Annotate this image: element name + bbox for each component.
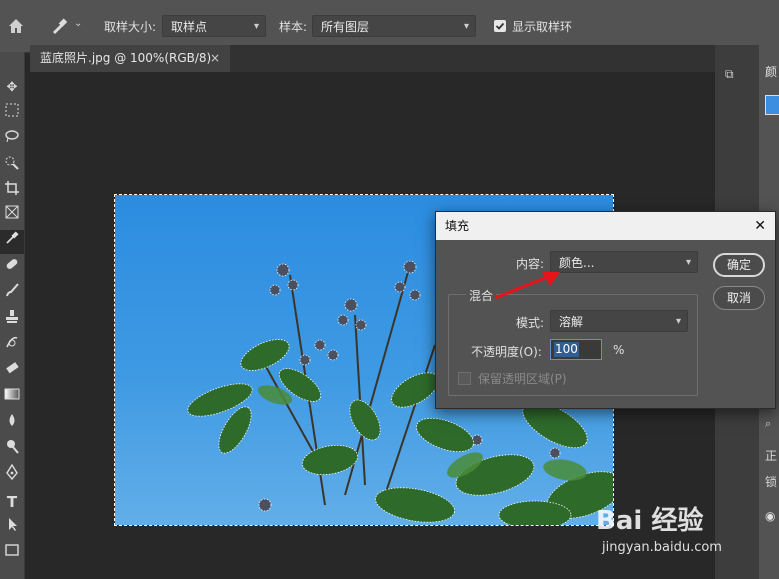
chevron-down-icon: ▾ <box>253 21 259 32</box>
mode-dropdown[interactable]: 溶解 ▾ <box>550 310 688 332</box>
blend-mode-partial[interactable]: 正 <box>765 447 777 464</box>
chevron-down-icon: ▾ <box>685 257 691 268</box>
document-tab-label: 蓝底照片.jpg @ 100%(RGB/8) <box>40 51 212 65</box>
opacity-unit: % <box>613 343 625 357</box>
tool-preset-chevron-icon[interactable]: ⌄ <box>74 18 82 29</box>
history-brush-tool-icon[interactable] <box>0 334 24 358</box>
ok-button[interactable]: 确定 <box>713 253 765 277</box>
clone-stamp-tool-icon[interactable] <box>0 308 24 332</box>
baidu-watermark: Bai 经验 jingyan.baidu.com <box>596 500 746 570</box>
eraser-tool-icon[interactable] <box>0 360 24 384</box>
sample-layers-dropdown[interactable]: 所有图层 ▾ <box>312 15 476 37</box>
preserve-transparency-label: 保留透明区域(P) <box>478 372 567 386</box>
fill-dialog: 填充 ✕ 内容: 颜色... ▾ 混合 模式: 溶解 ▾ 不透明度(O): 10… <box>435 211 776 409</box>
sample-size-label: 取样大小: <box>104 20 157 34</box>
show-sampling-ring-checkbox[interactable] <box>494 20 506 32</box>
foreground-color-swatch[interactable] <box>765 95 779 115</box>
chevron-down-icon: ▾ <box>463 21 469 32</box>
blur-tool-icon[interactable] <box>0 412 24 436</box>
chevron-down-icon: ▾ <box>675 316 681 327</box>
close-icon[interactable]: ✕ <box>754 212 766 240</box>
tools-panel: ✥ T <box>0 52 25 579</box>
frame-tool-icon[interactable] <box>0 204 24 228</box>
cancel-button[interactable]: 取消 <box>713 286 765 310</box>
gradient-tool-icon[interactable] <box>0 386 24 410</box>
dialog-title: 填充 <box>445 219 470 233</box>
sample-size-dropdown[interactable]: 取样点 ▾ <box>162 15 266 37</box>
dodge-tool-icon[interactable] <box>0 438 24 462</box>
color-panel-title: 颜 <box>765 65 778 79</box>
close-tab-icon[interactable]: × <box>210 45 220 72</box>
content-dropdown[interactable]: 颜色... ▾ <box>550 251 698 273</box>
opacity-value: 100 <box>554 342 579 357</box>
watermark-brand: Bai 经验 <box>596 506 704 536</box>
healing-brush-tool-icon[interactable] <box>0 256 24 280</box>
opacity-input[interactable]: 100 <box>550 339 602 360</box>
dialog-titlebar[interactable]: 填充 ✕ <box>436 212 775 240</box>
marquee-tool-icon[interactable] <box>0 102 24 126</box>
pen-tool-icon[interactable] <box>0 463 24 488</box>
eyedropper-tool-icon[interactable] <box>0 230 24 254</box>
path-selection-tool-icon[interactable] <box>0 516 24 540</box>
home-icon[interactable] <box>6 16 26 36</box>
sample-size-value: 取样点 <box>171 20 208 34</box>
history-panel-icon[interactable]: ⧉ <box>725 67 747 89</box>
annotation-arrow <box>494 272 560 300</box>
mode-label: 模式: <box>516 316 545 330</box>
layers-search-icon[interactable]: ⌕ <box>765 417 771 431</box>
crop-tool-icon[interactable] <box>0 180 24 204</box>
opacity-label: 不透明度(O): <box>471 345 542 359</box>
show-sampling-ring-label: 显示取样环 <box>512 20 573 34</box>
rectangle-tool-icon[interactable] <box>0 542 24 566</box>
sample-label: 样本: <box>279 20 308 34</box>
sample-layers-value: 所有图层 <box>321 20 370 34</box>
mode-value: 溶解 <box>559 315 584 329</box>
document-tab[interactable]: 蓝底照片.jpg @ 100%(RGB/8) × <box>30 45 230 72</box>
move-tool-icon[interactable]: ✥ <box>0 76 24 100</box>
type-tool-icon[interactable]: T <box>0 490 24 514</box>
quick-selection-tool-icon[interactable] <box>0 154 24 178</box>
eyedropper-tool-icon[interactable] <box>50 16 70 36</box>
visibility-eye-icon[interactable]: ◉ <box>765 509 775 523</box>
lasso-tool-icon[interactable] <box>0 128 24 152</box>
watermark-url: jingyan.baidu.com <box>602 540 722 555</box>
preserve-transparency-checkbox[interactable] <box>458 372 471 385</box>
lock-label-partial: 锁 <box>765 475 778 489</box>
brush-tool-icon[interactable] <box>0 282 24 306</box>
document-tab-bar: 蓝底照片.jpg @ 100%(RGB/8) × <box>30 45 715 72</box>
